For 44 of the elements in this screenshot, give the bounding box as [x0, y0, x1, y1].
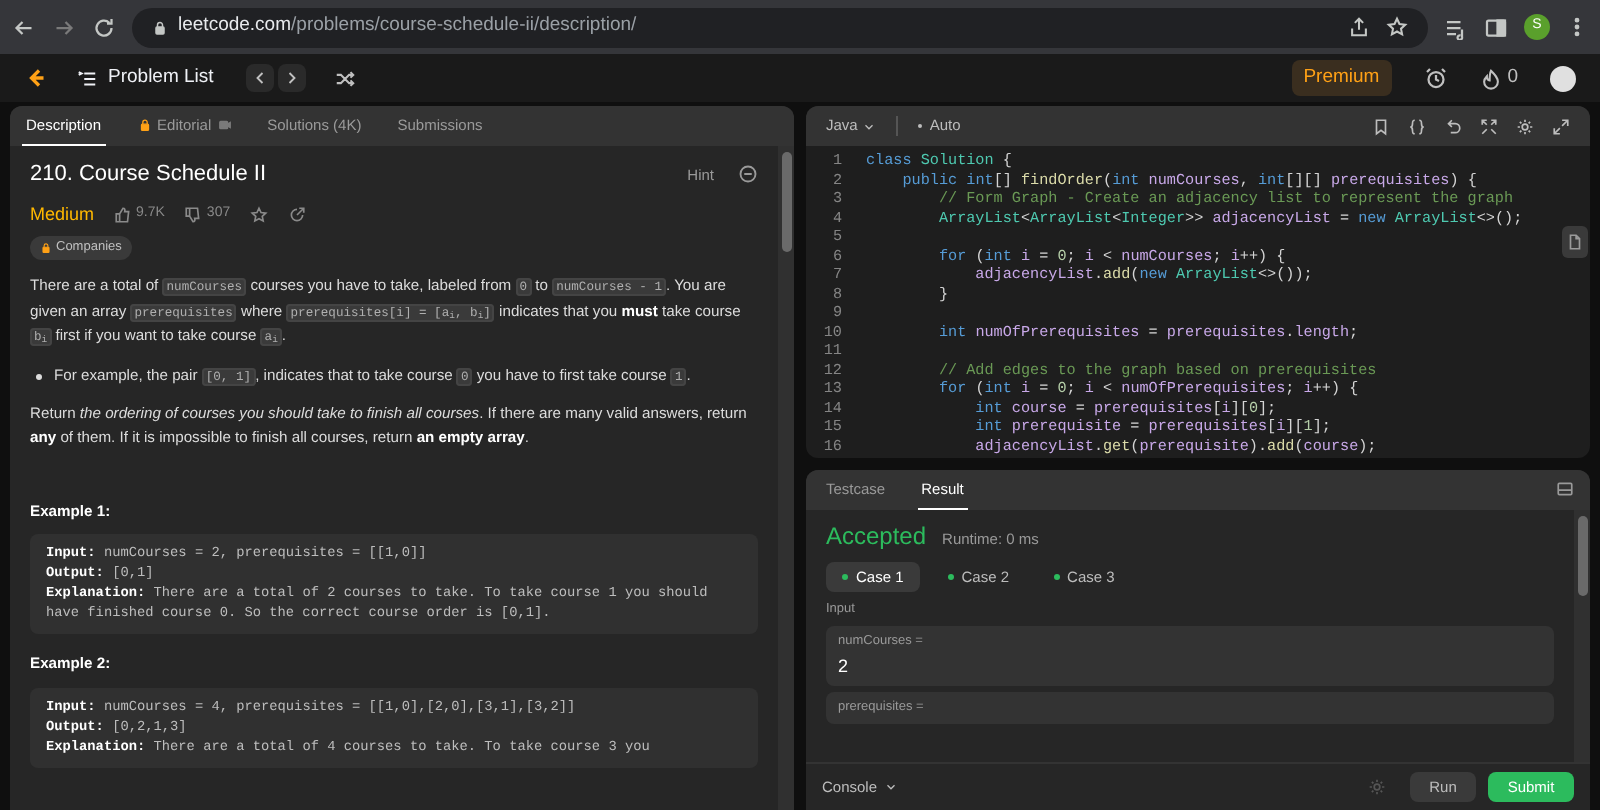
- caret-icon: [861, 119, 876, 133]
- scrollbar[interactable]: [1574, 510, 1590, 762]
- back-icon[interactable]: [12, 15, 36, 39]
- undo-icon[interactable]: [1444, 117, 1462, 135]
- input-value: 2: [838, 655, 851, 678]
- problem-list-link[interactable]: Problem List: [76, 63, 214, 93]
- share-icon[interactable]: [288, 205, 307, 224]
- list-icon: [76, 67, 98, 89]
- forward-icon[interactable]: [52, 15, 76, 39]
- flame-icon[interactable]: [1479, 67, 1502, 89]
- streak-count: 0: [1507, 63, 1518, 92]
- next-icon[interactable]: [277, 64, 306, 92]
- panel-icon[interactable]: [1556, 480, 1574, 498]
- fullscreen-icon[interactable]: [1552, 117, 1570, 135]
- collapse-icon[interactable]: [1480, 117, 1498, 135]
- shuffle-icon[interactable]: [333, 67, 356, 89]
- scrollbar[interactable]: [778, 146, 794, 810]
- star-icon[interactable]: [250, 205, 269, 224]
- previous-icon[interactable]: [245, 64, 274, 92]
- thumbs-down-icon: [184, 205, 203, 224]
- lock-icon: [152, 19, 168, 35]
- video-icon: [217, 118, 232, 132]
- share-icon[interactable]: [1348, 16, 1370, 38]
- thumbs-up-icon: [114, 205, 133, 224]
- lock-icon: [40, 242, 52, 254]
- note-icon[interactable]: [1562, 226, 1588, 258]
- address-bar[interactable]: leetcode.com/problems/course-schedule-ii/description/: [132, 7, 1428, 47]
- status-text: Accepted: [826, 520, 927, 554]
- url-text: leetcode.com/problems/course-schedule-ii/description/: [178, 12, 637, 41]
- sidebar-icon[interactable]: [1484, 15, 1508, 39]
- playlist-icon[interactable]: [1444, 15, 1468, 39]
- braces-icon[interactable]: [1408, 117, 1426, 135]
- info-icon[interactable]: [738, 164, 758, 185]
- reload-icon[interactable]: [92, 15, 116, 39]
- alarm-clock-icon[interactable]: [1423, 66, 1448, 90]
- user-avatar[interactable]: [1550, 65, 1576, 91]
- logo-icon[interactable]: [24, 66, 48, 90]
- settings-icon[interactable]: [1516, 117, 1534, 135]
- difficulty-label: Medium: [30, 201, 95, 227]
- premium-button[interactable]: Premium: [1291, 60, 1392, 96]
- star-icon[interactable]: [1386, 16, 1408, 38]
- problem-title: 210. Course Schedule II: [30, 160, 267, 190]
- bookmark-icon[interactable]: [1372, 117, 1390, 135]
- caret-icon: [883, 780, 898, 794]
